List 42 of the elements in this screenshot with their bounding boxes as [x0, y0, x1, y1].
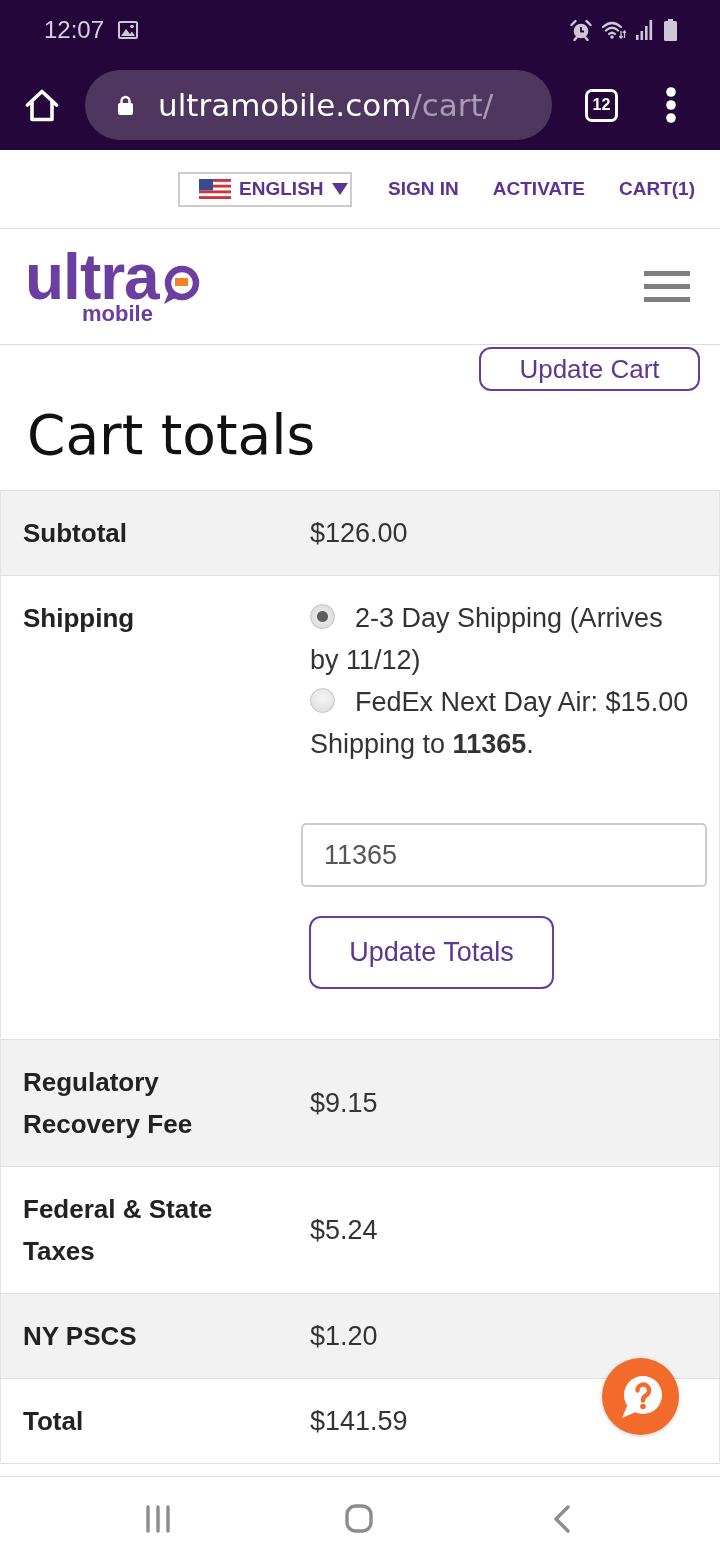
row-value: $1.20 — [309, 1320, 378, 1353]
row-value: $5.24 — [309, 1214, 378, 1247]
flag-icon — [199, 179, 232, 199]
nav-link[interactable]: CART(1) — [619, 178, 695, 200]
logo-subtitle[interactable]: mobile — [82, 304, 200, 324]
nav-link[interactable]: ACTIVATE — [492, 178, 585, 200]
shipping-destination: Shipping to 11365. — [310, 728, 535, 761]
update-totals-button[interactable]: Update Totals — [309, 916, 554, 989]
image-icon — [118, 21, 139, 39]
row-value: $126.00 — [309, 517, 408, 550]
url-text[interactable]: ultramobile.com/cart/ — [158, 85, 494, 125]
postcode-field[interactable]: 11365 — [301, 823, 707, 887]
address-bar[interactable]: ultramobile.com/cart/ — [85, 70, 552, 140]
tab-count-button[interactable]: 12 — [585, 88, 618, 122]
radio-button[interactable] — [310, 688, 335, 713]
battery-icon — [664, 19, 677, 41]
shipping-option[interactable]: FedEx Next Day Air: $15.00 — [310, 681, 694, 723]
logo-wordmark[interactable]: ultra — [25, 251, 159, 303]
radio-button[interactable] — [310, 604, 335, 629]
alarm-icon — [570, 19, 592, 41]
row-label: Shipping — [23, 602, 136, 635]
language-dropdown[interactable]: ENGLISH — [178, 171, 353, 207]
recent-apps-icon[interactable] — [146, 1504, 170, 1533]
wifi-icon — [602, 20, 626, 40]
lock-icon — [118, 95, 133, 115]
back-icon[interactable] — [554, 1504, 570, 1533]
status-time: 12:07 — [44, 16, 105, 44]
shipping-option[interactable]: 2-3 Day Shipping (Arrives by 11/12) — [310, 597, 694, 681]
row-value: $141.59 — [309, 1405, 408, 1438]
more-menu-icon[interactable] — [665, 87, 677, 123]
cart-totals-heading: Cart totals — [26, 405, 317, 465]
menu-icon[interactable] — [644, 271, 690, 302]
row-label: Total — [23, 1405, 85, 1438]
signal-icon — [636, 20, 654, 40]
row-value: $9.15 — [309, 1087, 378, 1120]
nav-link[interactable]: SIGN IN — [388, 178, 459, 200]
row-label: Regulatory Recovery Fee — [23, 1066, 194, 1141]
row-label: NY PSCS — [23, 1320, 138, 1353]
caret-icon — [331, 183, 348, 195]
row-label: Subtotal — [23, 517, 128, 550]
update-cart-button[interactable]: Update Cart — [479, 347, 700, 391]
row-label: Federal & State Taxes — [23, 1193, 214, 1268]
